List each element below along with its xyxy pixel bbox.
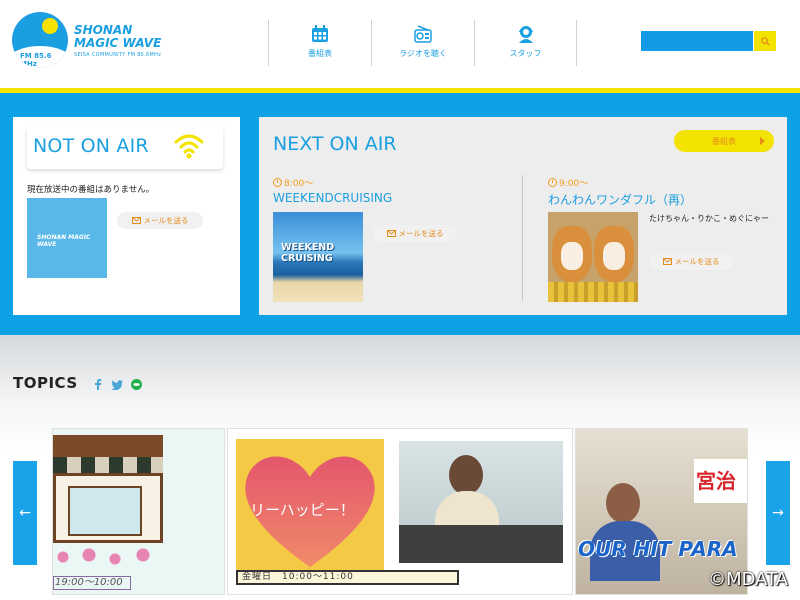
site-header: FM 85.6 MHz SHONAN MAGIC WAVE SEISA COMM… <box>0 0 800 88</box>
thumbnail-text: WEEKEND CRUISING <box>281 242 335 264</box>
no-program-message: 現在放送中の番組はありません。 <box>27 185 155 195</box>
program-title[interactable]: WEEKENDCRUISING <box>273 191 392 205</box>
carousel-next-button[interactable]: → <box>766 461 790 565</box>
now-title: NOT ON AIR <box>33 135 149 157</box>
arrow-right-icon: → <box>772 505 784 521</box>
line-icon[interactable] <box>131 379 142 390</box>
search-icon <box>760 36 770 46</box>
next-on-air-panel: NEXT ON AIR 番組表 8:00〜 WEEKENDCRUISING WE… <box>259 117 787 315</box>
next-title: NEXT ON AIR <box>273 133 397 155</box>
program-time-text: 8:00〜 <box>284 179 314 189</box>
shop-window <box>53 473 163 543</box>
nav-label: ラジオを聴く <box>399 49 447 58</box>
program-thumbnail[interactable] <box>548 212 638 302</box>
flowers-decoration <box>548 282 638 302</box>
logo-mascot: FM 85.6 MHz <box>12 12 68 68</box>
banner-text: OUR HIT PARA <box>578 537 738 561</box>
radio-icon <box>414 25 432 43</box>
facebook-icon[interactable] <box>94 379 102 390</box>
nav-item-listen[interactable]: ラジオを聴く <box>371 20 474 66</box>
topics-title: TOPICS <box>13 374 78 392</box>
search-input[interactable] <box>641 31 753 51</box>
now-on-air-panel: NOT ON AIR 現在放送中の番組はありません。 SHONAN MAGIC … <box>13 117 240 315</box>
program-divider <box>522 175 523 301</box>
send-mail-button[interactable]: メールを送る <box>117 212 203 229</box>
heart-text: リーハッピー！ <box>250 501 355 519</box>
program-time-text: 9:00〜 <box>559 179 589 189</box>
logo-line2: MAGIC WAVE <box>74 36 162 50</box>
topic-card[interactable]: 19:00〜10:00 <box>52 428 225 595</box>
twitter-icon[interactable] <box>111 380 123 390</box>
nav-label: 番組表 <box>308 49 332 58</box>
program-cast: たけちゃん・りかこ・めぐにゃー <box>649 214 769 223</box>
topic-card[interactable]: リーハッピー！ 金曜日 10:00〜11:00 <box>227 428 573 595</box>
logo-line1: SHONAN <box>74 23 133 37</box>
mail-icon <box>386 230 396 237</box>
send-mail-label: メールを送る <box>674 257 720 266</box>
puppy-image <box>594 226 634 282</box>
studio-photo <box>399 441 563 563</box>
copyright-watermark: ©MDATA <box>708 569 788 590</box>
schedule-button-label: 番組表 <box>712 136 736 146</box>
nav-item-schedule[interactable]: 番組表 <box>268 20 371 66</box>
clock-icon <box>548 178 557 187</box>
flower-decoration <box>53 545 163 573</box>
logo-wordmark: SHONAN MAGIC WAVE <box>74 24 174 50</box>
arrow-left-icon: ← <box>19 505 31 521</box>
puppy-image <box>552 226 592 282</box>
sign-text: 宮治 <box>694 459 747 503</box>
program-time: 9:00〜 <box>548 176 588 189</box>
logo-frequency: FM 85.6 MHz <box>20 52 52 68</box>
logo-tagline: SEISA COMMUNITY FM 85.6MHz <box>74 52 162 58</box>
main-nav: 番組表 ラジオを聴く スタッフ <box>268 20 577 66</box>
awning-image <box>53 457 163 473</box>
nav-label: スタッフ <box>509 49 542 58</box>
mail-icon <box>131 217 141 224</box>
carousel-prev-button[interactable]: ← <box>13 461 37 565</box>
schedule-button[interactable]: 番組表 <box>674 130 774 152</box>
mail-icon <box>662 258 672 265</box>
send-mail-label: メールを送る <box>143 216 189 225</box>
calendar-icon <box>312 25 328 42</box>
station-thumbnail: SHONAN MAGIC WAVE <box>27 198 107 278</box>
send-mail-label: メールを送る <box>398 229 444 238</box>
send-mail-button[interactable]: メールを送る <box>373 225 457 242</box>
site-logo[interactable]: FM 85.6 MHz SHONAN MAGIC WAVE SEISA COMM… <box>12 12 172 72</box>
heart-image: リーハッピー！ <box>236 439 384 577</box>
search-button[interactable] <box>754 31 776 51</box>
thumbnail-text: SHONAN MAGIC WAVE <box>37 234 91 248</box>
clock-icon <box>273 178 282 187</box>
program-title[interactable]: わんわんワンダフル（再） <box>548 191 692 208</box>
wifi-icon <box>174 134 204 159</box>
nav-item-staff[interactable]: スタッフ <box>474 20 577 66</box>
topic-caption: 19:00〜10:00 <box>53 576 131 590</box>
topic-caption: 金曜日 10:00〜11:00 <box>236 570 459 585</box>
arrow-right-icon <box>760 137 765 145</box>
send-mail-button[interactable]: メールを送る <box>649 253 733 270</box>
program-time: 8:00〜 <box>273 176 313 189</box>
staff-icon <box>518 26 533 43</box>
program-thumbnail[interactable]: WEEKEND CRUISING <box>273 212 363 302</box>
